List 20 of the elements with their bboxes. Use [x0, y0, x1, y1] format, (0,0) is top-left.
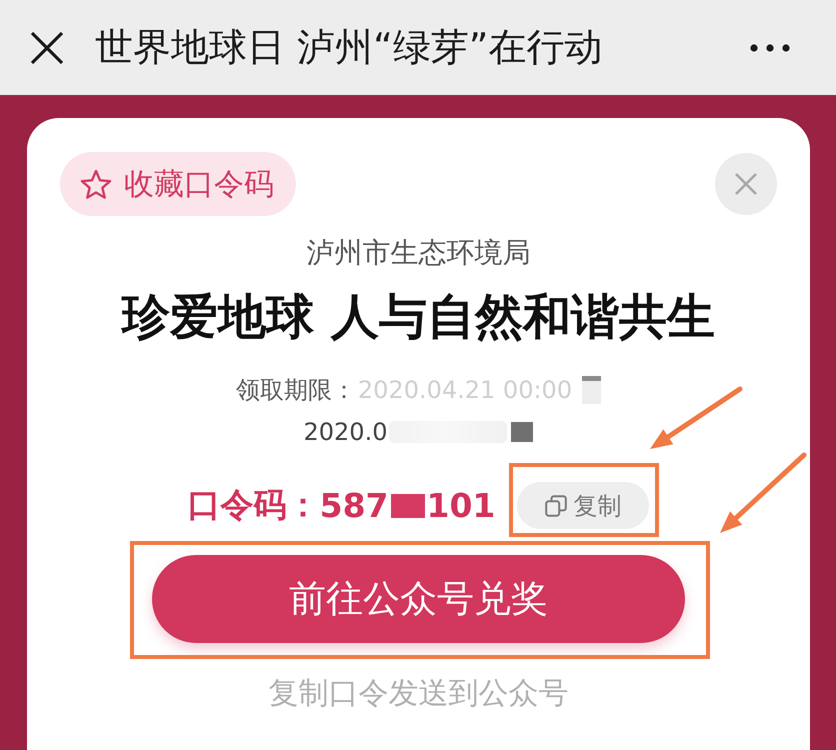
code-label: 口令码：: [188, 484, 320, 526]
code-value: 101: [426, 486, 496, 525]
copy-button[interactable]: 复制: [517, 482, 650, 529]
redaction-block: [390, 494, 424, 518]
close-icon: [734, 172, 758, 196]
redaction-block: [582, 376, 602, 404]
redeem-button[interactable]: 前往公众号兑奖: [152, 555, 685, 643]
star-icon: [80, 168, 112, 200]
deadline-label: 领取期限：: [236, 375, 356, 406]
deadline-date: 2020.0: [304, 418, 388, 446]
card-title: 珍爱地球 人与自然和谐共生: [122, 288, 715, 347]
page-title: 世界地球日 泸州“绿芽”在行动: [95, 24, 604, 71]
redaction-block: [511, 422, 534, 442]
hint-text: 复制口令发送到公众号: [268, 675, 568, 713]
more-icon[interactable]: [750, 44, 790, 52]
favorite-button[interactable]: 收藏口令码: [60, 152, 296, 216]
copy-icon: [545, 494, 568, 516]
issuer-name: 泸州市生态环境局: [306, 236, 530, 270]
close-icon[interactable]: [30, 30, 64, 64]
code-value: 587: [320, 486, 388, 525]
